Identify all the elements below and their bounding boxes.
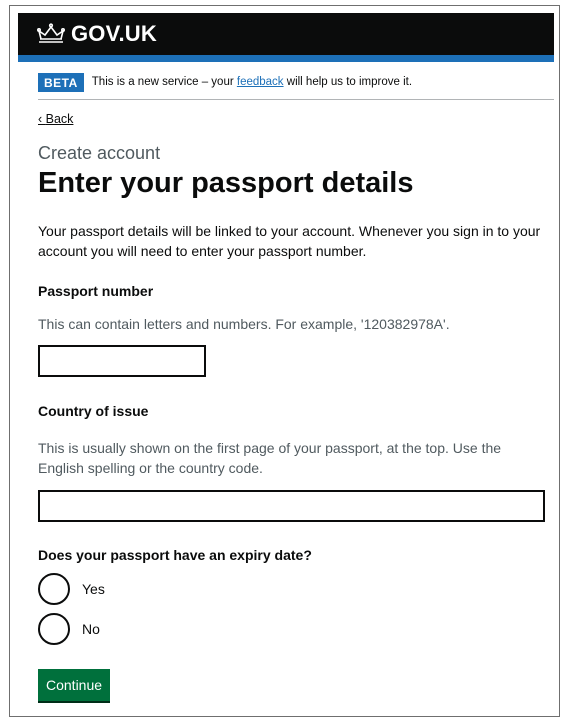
page-caption: Create account: [38, 143, 161, 163]
country-of-issue-hint: This is usually shown on the first page …: [38, 440, 502, 476]
header-blue-bar: [18, 55, 554, 62]
intro-text: Your passport details will be linked to …: [38, 223, 541, 259]
passport-number-hint: This can contain letters and numbers. Fo…: [38, 316, 450, 332]
radio-no-label[interactable]: No: [82, 620, 100, 638]
govuk-logo[interactable]: GOV.UK: [35, 22, 157, 46]
beta-tag: BETA: [38, 73, 84, 92]
passport-number-label: Passport number: [38, 283, 154, 299]
back-link[interactable]: ‹ Back: [38, 112, 73, 126]
phase-text-after: will help us to improve it.: [283, 76, 413, 88]
radio-option-no[interactable]: No: [38, 613, 100, 645]
phase-banner: BETA This is a new service – your feedba…: [38, 68, 554, 100]
feedback-link[interactable]: feedback: [237, 76, 284, 88]
phase-text-before: This is a new service – your: [91, 76, 237, 88]
country-of-issue-label: Country of issue: [38, 403, 149, 419]
expiry-date-legend: Does your passport have an expiry date?: [38, 547, 312, 563]
back-link-label: Back: [45, 112, 74, 126]
crown-icon: [36, 23, 65, 43]
passport-number-input[interactable]: [38, 345, 206, 377]
radio-yes[interactable]: [38, 573, 70, 605]
phase-banner-text: This is a new service – your feedback wi…: [92, 75, 412, 89]
radio-option-yes[interactable]: Yes: [38, 573, 105, 605]
radio-yes-label[interactable]: Yes: [82, 580, 105, 598]
radio-no[interactable]: [38, 613, 70, 645]
country-of-issue-input[interactable]: [38, 490, 545, 522]
logo-text: GOV.UK: [71, 21, 157, 46]
chevron-left-icon: ‹: [38, 112, 46, 126]
page-title: Enter your passport details: [38, 167, 414, 199]
continue-button[interactable]: Continue: [38, 669, 111, 701]
